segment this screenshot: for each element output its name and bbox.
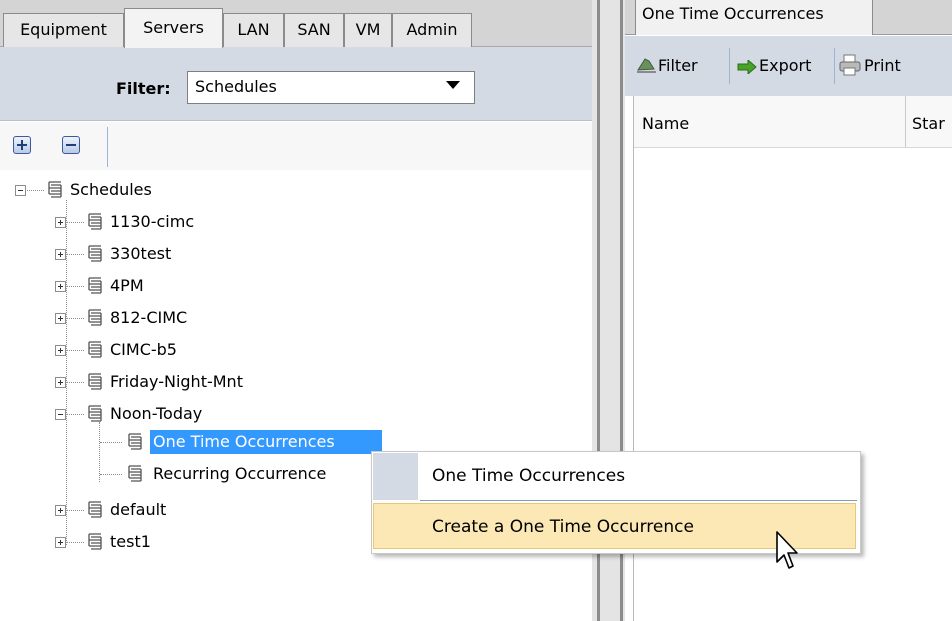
expand-icon[interactable]	[55, 313, 66, 324]
tree-node-recurring-occurrence[interactable]: Recurring Occurrence	[153, 464, 326, 484]
tree-guide-line	[67, 382, 84, 383]
schedule-icon	[128, 465, 142, 482]
tree-node[interactable]: Friday-Night-Mnt	[110, 372, 243, 392]
export-button[interactable]: Export	[759, 56, 811, 75]
tree-node[interactable]: 1130-cimc	[110, 212, 194, 232]
tab-admin[interactable]: Admin	[392, 13, 472, 47]
schedule-icon	[128, 433, 142, 450]
dropdown-arrow-icon[interactable]	[446, 81, 460, 89]
tree-guide-line	[67, 510, 84, 511]
tree-node[interactable]: 4PM	[110, 276, 144, 296]
tree-node-noon-today[interactable]: Noon-Today	[110, 404, 202, 424]
collapse-all-button[interactable]	[62, 136, 80, 154]
expand-all-button[interactable]	[13, 136, 31, 154]
tree-node[interactable]: test1	[110, 532, 151, 552]
filter-icon[interactable]	[636, 55, 658, 75]
tab-equipment[interactable]: Equipment	[3, 13, 124, 47]
expand-icon[interactable]	[55, 249, 66, 260]
expand-icon[interactable]	[55, 217, 66, 228]
schedule-icon	[88, 213, 102, 230]
tree-guide-line	[67, 254, 84, 255]
collapse-icon[interactable]	[55, 409, 66, 420]
tree-guide-line	[67, 350, 84, 351]
schedule-icon	[88, 341, 102, 358]
expand-icon[interactable]	[55, 537, 66, 548]
tree-toolbar	[0, 122, 592, 170]
context-menu-separator	[420, 500, 857, 501]
tree-node[interactable]: 812-CIMC	[110, 308, 187, 328]
column-divider[interactable]	[905, 96, 906, 147]
print-button[interactable]: Print	[864, 56, 901, 75]
tree-guide-line	[67, 542, 84, 543]
tree-guide-line	[66, 200, 67, 545]
schedule-icon	[88, 309, 102, 326]
column-header-name[interactable]: Name	[642, 114, 689, 133]
tree-guide-line	[27, 190, 44, 191]
schedule-icon	[88, 501, 102, 518]
context-menu-gutter	[373, 453, 418, 500]
schedule-icon	[88, 373, 102, 390]
tree-guide-line	[99, 422, 100, 482]
tree-guide-line	[100, 442, 122, 443]
tab-lan[interactable]: LAN	[223, 13, 284, 47]
expand-icon[interactable]	[55, 281, 66, 292]
tree-node-schedules[interactable]: Schedules	[70, 180, 152, 200]
tree-guide-line	[67, 286, 84, 287]
tree-guide-line	[67, 414, 84, 415]
tab-label: One Time Occurrences	[642, 4, 824, 23]
expand-icon[interactable]	[55, 345, 66, 356]
cursor-arrow-icon	[776, 531, 798, 569]
filter-label: Filter:	[116, 79, 171, 98]
collapse-icon[interactable]	[15, 185, 26, 196]
tree-node[interactable]: default	[110, 500, 166, 520]
tree-guide-line	[100, 474, 122, 475]
tab-san[interactable]: SAN	[284, 13, 344, 47]
filter-button[interactable]: Filter	[658, 56, 698, 75]
tab-vm[interactable]: VM	[344, 13, 392, 47]
context-menu-header: One Time Occurrences	[432, 466, 626, 486]
toolbar-divider	[834, 48, 835, 84]
tree-node-one-time-occurrences[interactable]: One Time Occurrences	[153, 432, 335, 452]
tab-servers[interactable]: Servers	[124, 8, 223, 48]
toolbar-divider	[729, 48, 730, 84]
tree-node[interactable]: CIMC-b5	[110, 340, 177, 360]
expand-icon[interactable]	[55, 505, 66, 516]
schedule-icon	[88, 245, 102, 262]
expand-icon[interactable]	[55, 377, 66, 388]
filter-select-value: Schedules	[195, 77, 277, 96]
toolbar-divider	[107, 127, 108, 167]
context-menu-item-label: Create a One Time Occurrence	[432, 517, 694, 537]
column-header-start[interactable]: Star	[912, 114, 945, 133]
schedule-icon	[88, 277, 102, 294]
tree-node[interactable]: 330test	[110, 244, 171, 264]
schedule-icon	[88, 405, 102, 422]
schedule-icon	[88, 533, 102, 550]
printer-icon[interactable]	[838, 53, 862, 77]
tree-guide-line	[67, 318, 84, 319]
schedule-icon	[48, 181, 62, 198]
export-arrow-icon[interactable]	[737, 60, 757, 74]
tree-guide-line	[67, 222, 84, 223]
